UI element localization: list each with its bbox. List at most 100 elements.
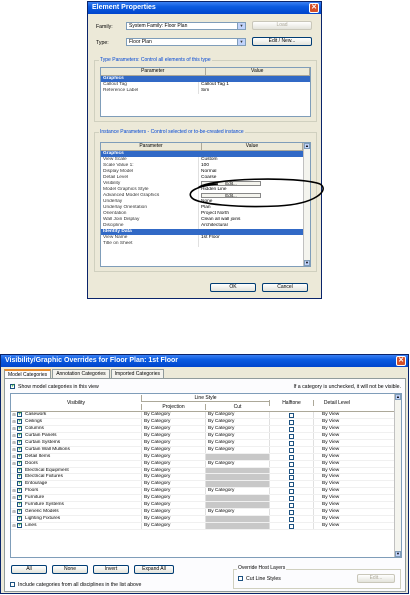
cut-line-style[interactable]: By Category (205, 432, 269, 439)
halftone-checkbox[interactable] (289, 524, 294, 529)
scroll-up-icon[interactable]: ▲ (304, 143, 310, 149)
projection-line-style[interactable]: By Category (141, 488, 205, 495)
family-dropdown[interactable]: System Family: Floor Plan ▼ (126, 22, 246, 30)
parameter-value[interactable]: Sim (199, 88, 310, 94)
projection-line-style[interactable]: By Category (141, 502, 205, 509)
visibility-checkbox[interactable] (17, 439, 22, 445)
expand-all-button[interactable]: Expand All (134, 565, 174, 574)
cut-line-style[interactable]: By Category (205, 488, 269, 495)
vg-overrides-titlebar[interactable]: Visibility/Graphic Overrides for Floor P… (1, 355, 408, 367)
halftone-checkbox[interactable] (289, 419, 294, 425)
halftone-checkbox[interactable] (289, 426, 294, 432)
category-row[interactable]: ⊞Curtain SystemsBy CategoryBy CategoryBy… (11, 439, 396, 447)
detail-level[interactable]: By View (313, 412, 360, 418)
detail-level[interactable]: By View (313, 481, 360, 488)
detail-level[interactable]: By View (313, 509, 360, 516)
visibility-checkbox[interactable] (17, 418, 22, 424)
ok-button[interactable]: OK (210, 283, 256, 292)
visibility-checkbox[interactable] (17, 411, 22, 418)
scroll-down-icon[interactable]: ▼ (395, 551, 401, 557)
cut-line-style[interactable]: By Category (205, 412, 269, 418)
projection-line-style[interactable]: By Category (141, 446, 205, 453)
detail-level[interactable]: By View (313, 425, 360, 432)
detail-level[interactable]: By View (313, 453, 360, 460)
visibility-checkbox[interactable] (17, 446, 22, 452)
detail-level[interactable]: By View (313, 516, 360, 522)
detail-level[interactable]: By View (313, 502, 360, 509)
detail-level[interactable]: By View (313, 418, 360, 425)
halftone-checkbox[interactable] (289, 413, 294, 418)
projection-line-style[interactable]: By Category (141, 509, 205, 516)
element-properties-titlebar[interactable]: Element Properties ✕ (88, 2, 321, 14)
projection-line-style[interactable]: By Category (141, 439, 205, 446)
detail-level[interactable]: By View (313, 432, 360, 439)
projection-line-style[interactable]: By Category (141, 425, 205, 432)
halftone-checkbox[interactable] (289, 433, 294, 439)
detail-level[interactable]: By View (313, 523, 360, 529)
category-row[interactable]: Lighting Fixtures By Category By View (11, 515, 396, 523)
visibility-checkbox[interactable] (17, 522, 22, 529)
halftone-checkbox[interactable] (289, 517, 294, 523)
visibility-checkbox[interactable] (17, 460, 22, 466)
none-button[interactable]: None (52, 565, 88, 574)
all-button[interactable]: All (11, 565, 47, 574)
parameter-edit-button[interactable]: Edit... (201, 193, 261, 198)
parameter-edit-button[interactable]: Edit... (201, 181, 261, 186)
projection-line-style[interactable]: By Category (141, 418, 205, 425)
invert-button[interactable]: Invert (93, 565, 129, 574)
projection-line-style[interactable]: By Category (141, 460, 205, 467)
halftone-checkbox[interactable] (289, 468, 294, 474)
halftone-checkbox[interactable] (289, 440, 294, 446)
load-button[interactable]: Load (252, 21, 312, 30)
category-row[interactable]: ⊞LinesBy CategoryBy View (11, 522, 396, 530)
cut-line-style[interactable]: By Category (205, 446, 269, 453)
detail-level[interactable]: By View (313, 474, 360, 481)
category-row[interactable]: ⊞Curtain PanelsBy CategoryBy CategoryBy … (11, 432, 396, 440)
detail-level[interactable]: By View (313, 439, 360, 446)
visibility-checkbox[interactable] (17, 467, 22, 473)
detail-level[interactable]: By View (313, 495, 360, 502)
category-row[interactable]: ⊞CeilingsBy CategoryBy CategoryBy View (11, 418, 396, 426)
halftone-checkbox[interactable] (289, 482, 294, 488)
halftone-checkbox[interactable] (289, 510, 294, 516)
parameter-value[interactable] (199, 241, 303, 247)
category-row[interactable]: ⊞DoorsBy CategoryBy CategoryBy View (11, 460, 396, 468)
category-row[interactable]: ⊞CaseworkBy CategoryBy CategoryBy View (11, 411, 396, 419)
visibility-checkbox[interactable] (17, 453, 22, 459)
visibility-checkbox[interactable] (17, 480, 22, 487)
detail-level[interactable]: By View (313, 460, 360, 467)
cut-line-styles-checkbox[interactable] (238, 576, 243, 581)
detail-level[interactable]: By View (313, 488, 360, 495)
visibility-checkbox[interactable] (17, 508, 22, 515)
visibility-checkbox[interactable] (17, 425, 22, 431)
cut-line-style[interactable]: By Category (205, 509, 269, 516)
halftone-checkbox[interactable] (289, 503, 294, 509)
detail-level[interactable]: By View (313, 467, 360, 474)
scroll-down-icon[interactable]: ▼ (304, 260, 310, 266)
projection-line-style[interactable]: By Category (141, 412, 205, 418)
projection-line-style[interactable]: By Category (141, 523, 205, 529)
close-icon[interactable]: ✕ (396, 356, 406, 366)
category-row[interactable]: ⊞ColumnsBy CategoryBy CategoryBy View (11, 425, 396, 433)
cut-line-style[interactable]: By Category (205, 418, 269, 425)
projection-line-style[interactable]: By Category (141, 516, 205, 522)
halftone-checkbox[interactable] (289, 454, 294, 460)
category-row[interactable]: ⊞Detail ItemsBy CategoryBy View (11, 453, 396, 461)
projection-line-style[interactable]: By Category (141, 453, 205, 460)
visibility-checkbox[interactable] (17, 487, 22, 494)
detail-level[interactable]: By View (313, 446, 360, 453)
visibility-checkbox[interactable] (17, 473, 22, 480)
chevron-down-icon[interactable]: ▼ (237, 23, 245, 29)
projection-line-style[interactable]: By Category (141, 495, 205, 502)
halftone-checkbox[interactable] (289, 489, 294, 495)
show-model-categories-checkbox[interactable] (10, 383, 15, 389)
projection-line-style[interactable]: By Category (141, 467, 205, 474)
cancel-button[interactable]: Cancel (262, 283, 308, 292)
type-dropdown[interactable]: Floor Plan ▼ (126, 38, 246, 46)
edit-new-button[interactable]: Edit / New... (252, 37, 312, 46)
chevron-down-icon[interactable]: ▼ (237, 39, 245, 45)
projection-line-style[interactable]: By Category (141, 481, 205, 488)
cut-line-style[interactable]: By Category (205, 439, 269, 446)
projection-line-style[interactable]: By Category (141, 474, 205, 481)
halftone-checkbox[interactable] (289, 496, 294, 502)
